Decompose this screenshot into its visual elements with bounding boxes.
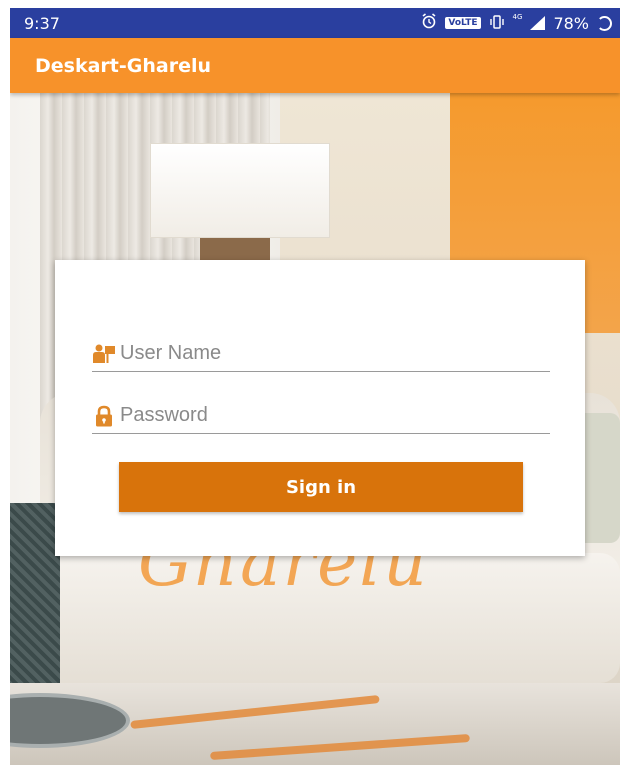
status-time: 9:37 <box>24 13 60 33</box>
sign-in-button[interactable]: Sign in <box>119 462 523 512</box>
app-title: Deskart-Gharelu <box>35 54 212 77</box>
battery-icon <box>597 15 612 31</box>
signal-icon <box>530 16 546 30</box>
lamp-illustration <box>150 143 330 238</box>
username-field[interactable] <box>92 336 550 372</box>
login-card: Sign in <box>55 260 585 556</box>
user-icon <box>92 343 116 365</box>
phone-screen: 9:37 VoLTE 4G 78% Deskart-Gharelu Gharel… <box>10 8 620 765</box>
alarm-icon <box>421 13 437 33</box>
app-bar: Deskart-Gharelu <box>10 38 620 93</box>
network-type: 4G <box>512 13 523 21</box>
vibrate-icon <box>489 14 505 33</box>
password-field[interactable] <box>92 398 550 434</box>
lock-icon <box>92 405 116 427</box>
password-input[interactable] <box>120 404 530 427</box>
battery-percent: 78% <box>553 13 589 33</box>
status-icons: VoLTE 4G 78% <box>421 13 612 33</box>
volte-badge: VoLTE <box>445 17 481 29</box>
status-bar: 9:37 VoLTE 4G 78% <box>10 8 620 38</box>
username-input[interactable] <box>120 342 530 365</box>
